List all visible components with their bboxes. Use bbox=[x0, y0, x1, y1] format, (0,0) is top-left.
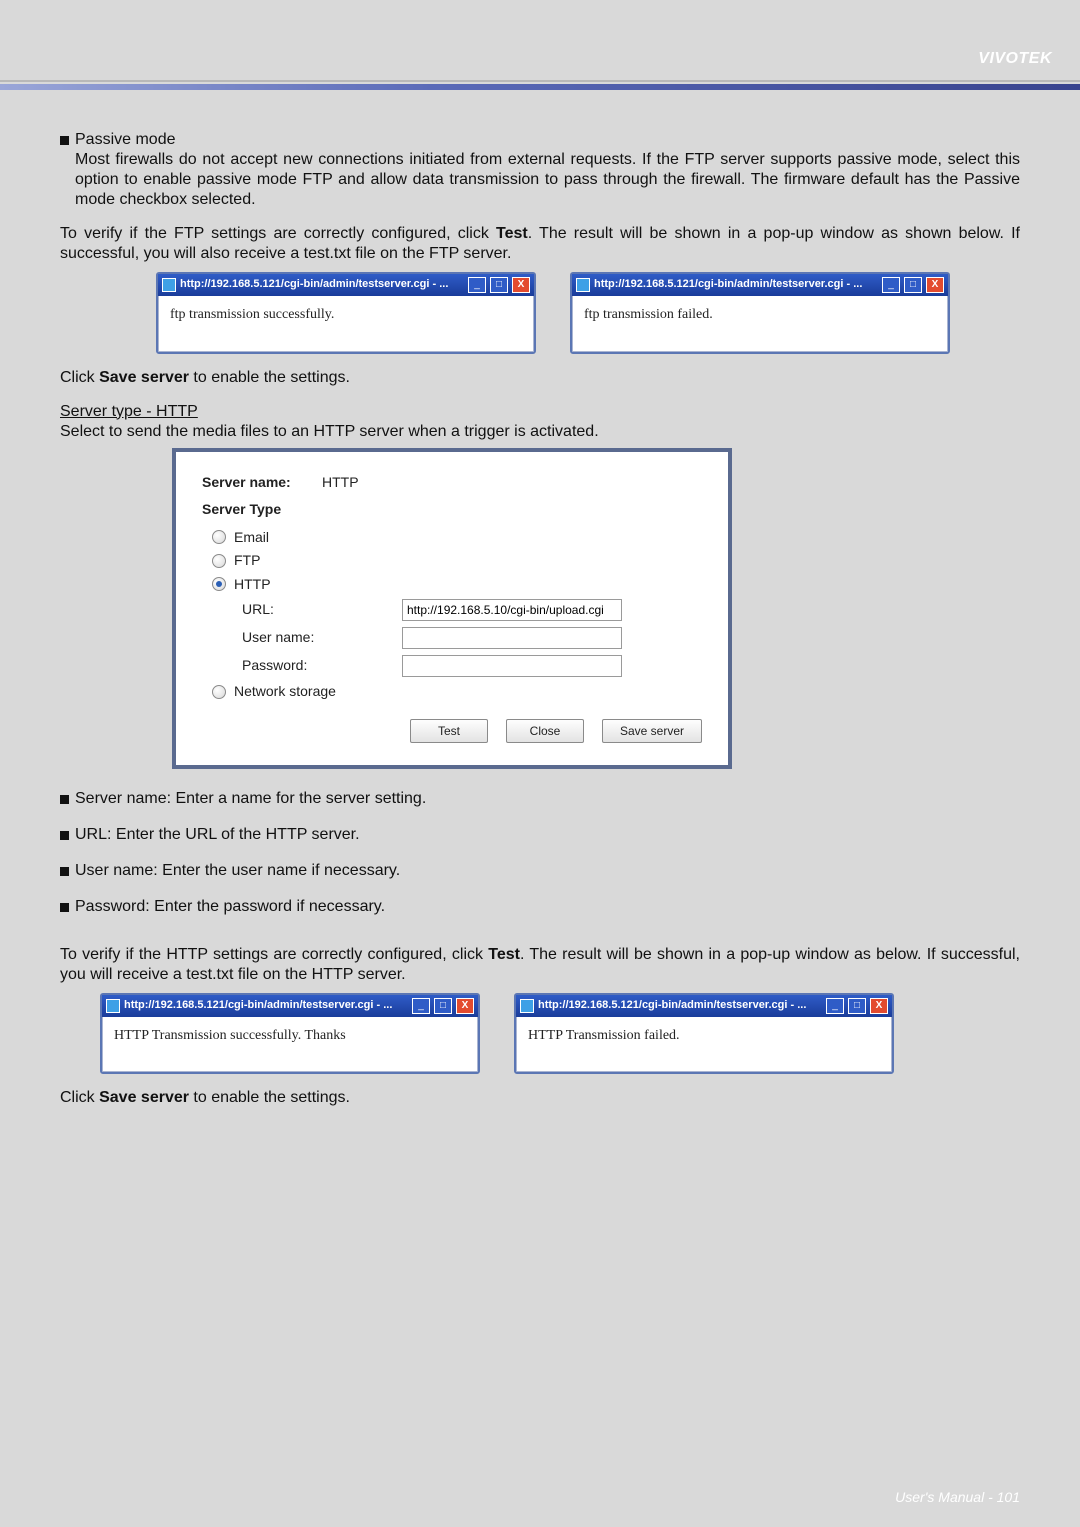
popup-body: ftp transmission failed. bbox=[572, 296, 948, 352]
close-button[interactable]: X bbox=[870, 998, 888, 1014]
ie-icon bbox=[106, 999, 120, 1013]
server-name-label: Server name: bbox=[202, 474, 312, 492]
page-footer: User's Manual - 101 bbox=[895, 1489, 1020, 1505]
ie-icon bbox=[576, 278, 590, 292]
bullet-icon bbox=[60, 867, 69, 876]
maximize-button[interactable]: □ bbox=[848, 998, 866, 1014]
popup-http-failed: http://192.168.5.121/cgi-bin/admin/tests… bbox=[514, 993, 894, 1075]
http-section-heading: Server type - HTTP bbox=[60, 403, 198, 420]
radio-ftp[interactable] bbox=[212, 554, 226, 568]
maximize-button[interactable]: □ bbox=[490, 277, 508, 293]
server-name-value: HTTP bbox=[322, 474, 359, 492]
test-button[interactable]: Test bbox=[410, 719, 488, 743]
close-button[interactable]: X bbox=[926, 277, 944, 293]
minimize-button[interactable]: _ bbox=[882, 277, 900, 293]
divider bbox=[0, 80, 1080, 82]
username-input[interactable] bbox=[402, 627, 622, 649]
close-button[interactable]: X bbox=[456, 998, 474, 1014]
passive-mode-body: Most firewalls do not accept new connect… bbox=[75, 150, 1020, 210]
maximize-button[interactable]: □ bbox=[904, 277, 922, 293]
bullet-password: Password: Enter the password if necessar… bbox=[75, 897, 385, 917]
close-button[interactable]: X bbox=[512, 277, 530, 293]
http-section-desc: Select to send the media files to an HTT… bbox=[60, 423, 599, 440]
bullet-user: User name: Enter the user name if necess… bbox=[75, 861, 400, 881]
radio-http[interactable] bbox=[212, 577, 226, 591]
server-type-label: Server Type bbox=[202, 501, 702, 519]
brand-label: VIVOTEK bbox=[978, 50, 1052, 68]
radio-email[interactable] bbox=[212, 530, 226, 544]
popup-http-success: http://192.168.5.121/cgi-bin/admin/tests… bbox=[100, 993, 480, 1075]
ftp-verify-paragraph: To verify if the FTP settings are correc… bbox=[60, 224, 1020, 264]
passive-mode-heading: Passive mode bbox=[75, 130, 1020, 150]
save-server-button[interactable]: Save server bbox=[602, 719, 702, 743]
ie-icon bbox=[162, 278, 176, 292]
bullet-server-name: Server name: Enter a name for the server… bbox=[75, 789, 426, 809]
popup-body: ftp transmission successfully. bbox=[158, 296, 534, 352]
server-form-panel: Server name: HTTP Server Type Email FTP … bbox=[172, 448, 732, 769]
popup-body: HTTP Transmission successfully. Thanks bbox=[102, 1017, 478, 1073]
minimize-button[interactable]: _ bbox=[826, 998, 844, 1014]
url-input[interactable] bbox=[402, 599, 622, 621]
popup-ftp-failed: http://192.168.5.121/cgi-bin/admin/tests… bbox=[570, 272, 950, 354]
close-button[interactable]: Close bbox=[506, 719, 584, 743]
password-input[interactable] bbox=[402, 655, 622, 677]
popup-title: http://192.168.5.121/cgi-bin/admin/tests… bbox=[538, 999, 822, 1013]
maximize-button[interactable]: □ bbox=[434, 998, 452, 1014]
radio-ftp-label: FTP bbox=[234, 552, 260, 570]
bullet-url: URL: Enter the URL of the HTTP server. bbox=[75, 825, 360, 845]
popup-title: http://192.168.5.121/cgi-bin/admin/tests… bbox=[124, 999, 408, 1013]
ie-icon bbox=[520, 999, 534, 1013]
popup-ftp-success: http://192.168.5.121/cgi-bin/admin/tests… bbox=[156, 272, 536, 354]
minimize-button[interactable]: _ bbox=[468, 277, 486, 293]
radio-network-storage-label: Network storage bbox=[234, 683, 336, 701]
save-server-note-2: Click Save server to enable the settings… bbox=[60, 1088, 1020, 1108]
password-label: Password: bbox=[242, 657, 402, 675]
http-verify-paragraph: To verify if the HTTP settings are corre… bbox=[60, 945, 1020, 985]
bullet-icon bbox=[60, 795, 69, 804]
bullet-icon bbox=[60, 136, 69, 145]
radio-network-storage[interactable] bbox=[212, 685, 226, 699]
popup-title: http://192.168.5.121/cgi-bin/admin/tests… bbox=[594, 278, 878, 292]
radio-http-label: HTTP bbox=[234, 576, 271, 594]
bullet-icon bbox=[60, 903, 69, 912]
save-server-note: Click Save server to enable the settings… bbox=[60, 368, 1020, 388]
bullet-icon bbox=[60, 831, 69, 840]
popup-body: HTTP Transmission failed. bbox=[516, 1017, 892, 1073]
username-label: User name: bbox=[242, 629, 402, 647]
popup-title: http://192.168.5.121/cgi-bin/admin/tests… bbox=[180, 278, 464, 292]
radio-email-label: Email bbox=[234, 529, 269, 547]
url-label: URL: bbox=[242, 601, 402, 619]
minimize-button[interactable]: _ bbox=[412, 998, 430, 1014]
